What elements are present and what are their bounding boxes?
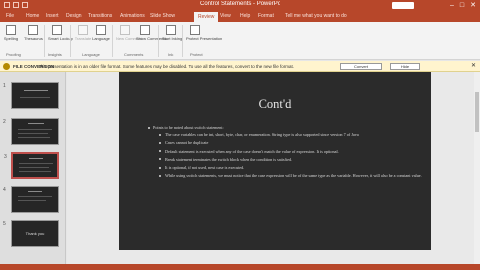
sign-in-button[interactable]	[392, 2, 414, 9]
slide-thumbnail-2[interactable]: 2	[3, 118, 59, 145]
ribbon: Spelling Thesaurus Smart Lookup Translat…	[0, 22, 480, 60]
ribbon-divider	[158, 25, 159, 57]
window-title: Control Statements - PowerPoint	[200, 1, 280, 7]
bullet-icon	[159, 166, 161, 169]
close-button[interactable]: ✕	[470, 1, 476, 10]
message-text: This presentation is in an older file fo…	[38, 64, 295, 69]
tab-slide-show[interactable]: Slide Show	[150, 13, 175, 19]
translate-button[interactable]: Translate	[74, 25, 92, 41]
bullet-item: Cases cannot be duplicate	[153, 140, 425, 145]
tab-format[interactable]: Format	[258, 13, 274, 19]
tab-review[interactable]: Review	[194, 12, 219, 22]
redo-icon[interactable]	[22, 2, 28, 8]
group-label-ink: Ink	[168, 52, 174, 57]
spelling-icon	[6, 25, 16, 35]
ribbon-divider	[182, 25, 183, 57]
start-inking-button[interactable]: Start Inking	[162, 25, 182, 41]
slide-canvas[interactable]: Cont'd Points to be noted about switch s…	[119, 72, 431, 250]
tab-help[interactable]: Help	[240, 13, 250, 19]
ribbon-tabs: File Home Insert Design Transitions Anim…	[0, 11, 480, 22]
bullet-item: Default statement is executed when any o…	[153, 149, 425, 154]
maximize-button[interactable]: □	[460, 1, 464, 10]
group-label-insights: Insights	[48, 52, 62, 57]
tell-me-box[interactable]: Tell me what you want to do	[285, 13, 347, 19]
close-message-icon[interactable]: ✕	[471, 62, 476, 69]
slide-thumbnail-1[interactable]: 1	[3, 82, 59, 109]
save-icon[interactable]	[4, 2, 10, 8]
bullet-icon	[159, 133, 161, 136]
scrollbar-thumb[interactable]	[475, 92, 479, 132]
pen-icon	[166, 25, 176, 35]
vertical-scrollbar[interactable]	[474, 72, 480, 264]
bullet-item: It is optional, if not used, next case i…	[153, 165, 425, 170]
convert-button[interactable]: Convert	[340, 63, 382, 70]
bullet-icon	[148, 126, 150, 129]
minimize-button[interactable]: –	[450, 1, 454, 10]
thesaurus-button[interactable]: Thesaurus	[24, 25, 43, 41]
group-label-comments: Comments	[124, 52, 144, 57]
undo-icon[interactable]	[13, 2, 19, 8]
slide-thumbnail-4[interactable]: 4	[3, 186, 59, 213]
bullet-icon	[159, 150, 161, 153]
tab-home[interactable]: Home	[26, 13, 39, 19]
tab-transitions[interactable]: Transitions	[88, 13, 112, 19]
ribbon-divider	[112, 25, 113, 57]
message-bar: FILE CONVERSION This presentation is in …	[0, 61, 480, 72]
bullet-item: The case variables can be int, short, by…	[153, 132, 425, 137]
tab-design[interactable]: Design	[66, 13, 82, 19]
comment-icon	[120, 25, 130, 35]
lock-icon	[190, 25, 200, 35]
bullet-item: While using switch statements, we must n…	[153, 173, 425, 178]
slide-thumbnail-3[interactable]: 3	[4, 152, 59, 179]
bullet-icon	[159, 174, 161, 177]
group-label-proofing: Proofing	[6, 52, 21, 57]
comments-icon	[140, 25, 150, 35]
tab-insert[interactable]: Insert	[46, 13, 59, 19]
slide-title[interactable]: Cont'd	[119, 97, 431, 112]
lookup-icon	[52, 25, 62, 35]
slide-thumbnail-pane: 1 2 3 4 5 Thank you	[0, 72, 66, 264]
bullet-item: Break statement terminates the switch bl…	[153, 157, 425, 162]
bullet-icon	[159, 158, 161, 161]
tab-file[interactable]: File	[6, 13, 14, 19]
group-label-language: Language	[82, 52, 100, 57]
tab-view[interactable]: View	[220, 13, 231, 19]
ribbon-divider	[44, 25, 45, 57]
smart-lookup-button[interactable]: Smart Lookup	[48, 25, 73, 41]
protect-presentation-button[interactable]: Protect Presentation	[186, 25, 222, 41]
language-icon	[96, 25, 106, 35]
slide-content[interactable]: Points to be noted about switch statemen…	[148, 125, 425, 181]
window-controls: – □ ✕	[450, 1, 476, 10]
ribbon-divider	[70, 25, 71, 57]
tab-animations[interactable]: Animations	[120, 13, 145, 19]
spelling-button[interactable]: Spelling	[2, 25, 20, 41]
show-comments-button[interactable]: Show Comments	[136, 25, 166, 41]
status-bar	[0, 264, 480, 270]
thesaurus-icon	[28, 25, 38, 35]
title-bar: Control Statements - PowerPoint – □ ✕	[0, 0, 480, 11]
language-button[interactable]: Language	[92, 25, 110, 41]
warning-icon	[3, 63, 10, 70]
bullet-item: Points to be noted about switch statemen…	[148, 125, 425, 130]
group-label-protect: Protect	[190, 52, 203, 57]
translate-icon	[78, 25, 88, 35]
quick-access-toolbar	[4, 2, 28, 8]
hide-button[interactable]: Hide	[390, 63, 420, 70]
slide-thumbnail-5[interactable]: 5 Thank you	[3, 220, 59, 247]
bullet-icon	[159, 141, 161, 144]
new-comment-button[interactable]: New Comment	[116, 25, 142, 41]
